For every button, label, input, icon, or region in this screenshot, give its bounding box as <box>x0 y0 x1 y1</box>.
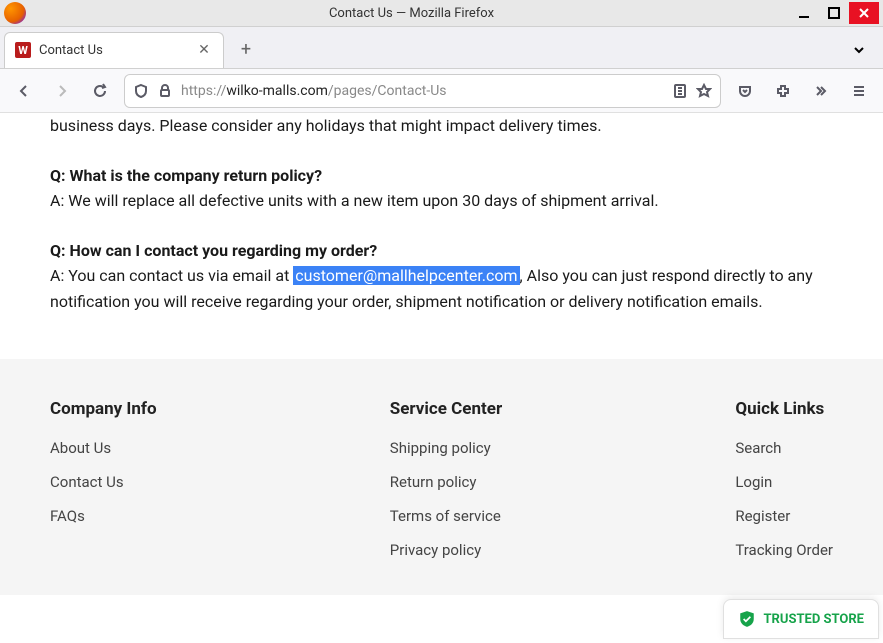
window-titlebar: Contact Us — Mozilla Firefox <box>0 0 883 27</box>
footer-link-privacy[interactable]: Privacy policy <box>390 541 502 559</box>
minimize-icon <box>796 5 812 21</box>
tab-title: Contact Us <box>39 43 187 58</box>
page-content: business days. Please consider any holid… <box>0 113 883 315</box>
toolbar: https://wilko-malls.com/pages/Contact-Us <box>0 69 883 113</box>
extensions-button[interactable] <box>769 77 797 105</box>
footer-col-service: Service Center Shipping policy Return po… <box>390 399 502 575</box>
window-title: Contact Us — Mozilla Firefox <box>34 6 789 21</box>
url-bar[interactable]: https://wilko-malls.com/pages/Contact-Us <box>124 74 721 108</box>
footer-heading: Company Info <box>50 399 157 419</box>
footer-link-faqs[interactable]: FAQs <box>50 507 157 525</box>
back-button[interactable] <box>10 77 38 105</box>
tab-bar: W Contact Us ✕ + <box>0 27 883 69</box>
tab-active[interactable]: W Contact Us ✕ <box>4 32 224 68</box>
firefox-icon <box>4 2 26 24</box>
contact-email-highlight[interactable]: customer@mallhelpcenter.com <box>293 266 519 285</box>
faq-answer-pre: A: You can contact us via email at <box>50 266 293 285</box>
app-menu-button[interactable] <box>845 77 873 105</box>
puzzle-icon <box>775 83 791 99</box>
footer-heading: Service Center <box>390 399 502 419</box>
footer-link-shipping[interactable]: Shipping policy <box>390 439 502 457</box>
pocket-icon <box>737 83 753 99</box>
maximize-icon <box>826 5 842 21</box>
footer-link-search[interactable]: Search <box>735 439 833 457</box>
chevron-double-right-icon <box>813 83 829 99</box>
faq-delivery-fragment: business days. Please consider any holid… <box>50 113 833 139</box>
viewport[interactable]: business days. Please consider any holid… <box>0 113 883 643</box>
close-window-button[interactable] <box>849 2 879 24</box>
footer-link-register[interactable]: Register <box>735 507 833 525</box>
shield-check-icon <box>738 610 756 628</box>
url-domain: wilko-malls.com <box>226 83 328 99</box>
hamburger-icon <box>851 83 867 99</box>
tabs-dropdown-button[interactable] <box>845 36 873 64</box>
footer-col-quicklinks: Quick Links Search Login Register Tracki… <box>735 399 833 575</box>
footer-link-login[interactable]: Login <box>735 473 833 491</box>
footer-col-company: Company Info About Us Contact Us FAQs <box>50 399 157 575</box>
close-icon <box>856 5 872 21</box>
footer-link-tos[interactable]: Terms of service <box>390 507 502 525</box>
tab-favicon: W <box>15 42 31 58</box>
faq-question: Q: What is the company return policy? <box>50 166 322 185</box>
footer-link-return[interactable]: Return policy <box>390 473 502 491</box>
chevron-down-icon <box>851 42 867 58</box>
faq-answer: A: We will replace all defective units w… <box>50 191 659 210</box>
faq-return-policy: Q: What is the company return policy? A:… <box>50 163 833 214</box>
trusted-store-label: TRUSTED STORE <box>764 612 865 627</box>
maximize-button[interactable] <box>819 2 849 24</box>
lock-icon[interactable] <box>157 83 173 99</box>
pocket-button[interactable] <box>731 77 759 105</box>
trusted-store-badge[interactable]: TRUSTED STORE <box>723 599 880 639</box>
minimize-button[interactable] <box>789 2 819 24</box>
footer-heading: Quick Links <box>735 399 833 419</box>
arrow-left-icon <box>16 83 32 99</box>
footer-link-contact[interactable]: Contact Us <box>50 473 157 491</box>
faq-contact: Q: How can I contact you regarding my or… <box>50 238 833 315</box>
window-controls <box>789 2 879 24</box>
forward-button[interactable] <box>48 77 76 105</box>
overflow-button[interactable] <box>807 77 835 105</box>
page-footer: Company Info About Us Contact Us FAQs Se… <box>0 359 883 595</box>
tab-close-button[interactable]: ✕ <box>195 42 213 58</box>
reader-mode-button[interactable] <box>672 83 688 99</box>
url-text: https://wilko-malls.com/pages/Contact-Us <box>181 83 664 99</box>
arrow-right-icon <box>54 83 70 99</box>
reload-icon <box>92 83 108 99</box>
faq-question: Q: How can I contact you regarding my or… <box>50 241 377 260</box>
footer-link-tracking[interactable]: Tracking Order <box>735 541 833 559</box>
url-scheme: https:// <box>181 83 226 99</box>
reload-button[interactable] <box>86 77 114 105</box>
footer-link-about[interactable]: About Us <box>50 439 157 457</box>
shield-icon[interactable] <box>133 83 149 99</box>
url-path: /pages/Contact-Us <box>328 83 447 99</box>
bookmark-button[interactable] <box>696 83 712 99</box>
new-tab-button[interactable]: + <box>230 34 262 66</box>
